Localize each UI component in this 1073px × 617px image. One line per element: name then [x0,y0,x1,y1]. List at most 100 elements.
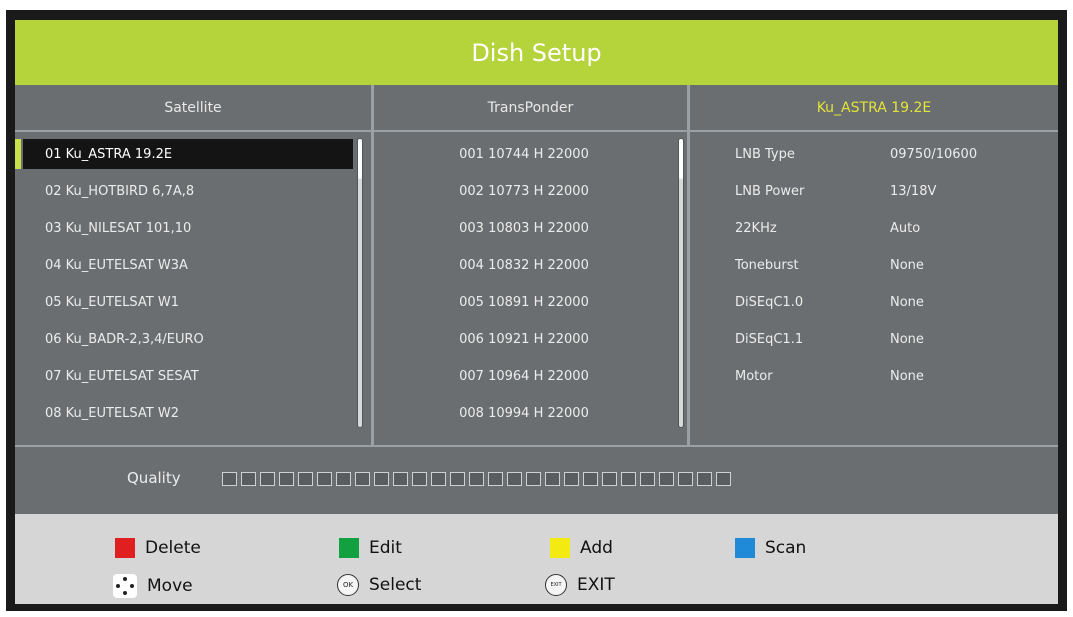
satellite-item[interactable]: 08 Ku_EUTELSAT W2 [23,398,353,428]
transponder-item[interactable]: 007 10964 H 22000 [374,361,674,391]
ok-key-icon: OK [337,574,359,596]
satellite-item[interactable]: 01 Ku_ASTRA 19.2E [23,139,353,169]
quality-cell [488,472,503,486]
add-button[interactable]: Add [550,538,613,558]
edit-button[interactable]: Edit [339,538,402,558]
setting-label: LNB Power [735,183,805,199]
transponder-column-header: TransPonder [487,99,574,116]
quality-cell [241,472,256,486]
quality-cell [393,472,408,486]
blue-key-icon [735,538,755,558]
setting-label: 22KHz [735,220,777,236]
quality-cell [545,472,560,486]
setting-diseqc11[interactable]: DiSEqC1.1 None [690,324,1058,354]
setting-value: 09750/10600 [890,146,978,162]
transponder-scrollbar[interactable] [678,138,684,428]
title-bar: Dish Setup [15,20,1058,85]
transponder-item[interactable]: 008 10994 H 22000 [374,398,674,428]
quality-meter [222,472,731,486]
quality-cell [317,472,332,486]
setting-lnb-power[interactable]: LNB Power 13/18V [690,176,1058,206]
quality-cell [583,472,598,486]
transponder-item[interactable]: 002 10773 H 22000 [374,176,674,206]
quality-cell [374,472,389,486]
delete-label: Delete [145,538,201,558]
setting-value: 13/18V [890,183,937,199]
directional-pad-icon [113,574,137,598]
transponder-item[interactable]: 003 10803 H 22000 [374,213,674,243]
exit-key-icon: EXIT [545,574,567,596]
transponder-item[interactable]: 005 10891 H 22000 [374,287,674,317]
quality-cell [507,472,522,486]
setting-motor[interactable]: Motor None [690,361,1058,391]
scan-label: Scan [765,538,807,558]
quality-cell [659,472,674,486]
setting-value: Auto [890,220,921,236]
quality-cell [469,472,484,486]
satellite-item[interactable]: 05 Ku_EUTELSAT W1 [23,287,353,317]
quality-cell [450,472,465,486]
quality-cell [412,472,427,486]
green-key-icon [339,538,359,558]
quality-label: Quality [127,469,181,487]
exit-label: EXIT [577,575,615,595]
dish-setup-screen: Dish Setup Satellite TransPonder Ku_ASTR… [15,20,1058,604]
quality-cell [697,472,712,486]
setting-22khz[interactable]: 22KHz Auto [690,213,1058,243]
delete-button[interactable]: Delete [115,538,201,558]
quality-cell [355,472,370,486]
setting-label: LNB Type [735,146,795,162]
quality-cell [260,472,275,486]
transponder-item[interactable]: 004 10832 H 22000 [374,250,674,280]
scrollbar-thumb[interactable] [358,139,362,179]
quality-cell [298,472,313,486]
exit-button[interactable]: EXIT EXIT [545,574,615,596]
satellite-item[interactable]: 06 Ku_BADR-2,3,4/EURO [23,324,353,354]
screen-frame: Dish Setup Satellite TransPonder Ku_ASTR… [6,10,1067,611]
column-header: Satellite TransPonder Ku_ASTRA 19.2E [15,85,1058,132]
quality-cell [336,472,351,486]
move-button[interactable]: Move [113,574,193,598]
satellite-item[interactable]: 02 Ku_HOTBIRD 6,7A,8 [23,176,353,206]
setting-value: None [890,257,924,273]
setting-lnb-type[interactable]: LNB Type 09750/10600 [690,139,1058,169]
lnb-settings-panel: LNB Type 09750/10600 LNB Power 13/18V 22… [690,132,1058,442]
edit-label: Edit [369,538,402,558]
setting-value: None [890,294,924,310]
setting-diseqc10[interactable]: DiSEqC1.0 None [690,287,1058,317]
scrollbar-thumb[interactable] [679,139,683,179]
setting-value: None [890,368,924,384]
quality-cell [222,472,237,486]
quality-cell [716,472,731,486]
quality-cell [602,472,617,486]
setting-label: Motor [735,368,773,384]
satellite-list: 01 Ku_ASTRA 19.2E 02 Ku_HOTBIRD 6,7A,8 0… [15,132,371,442]
key-legend: Delete Edit Add Scan Move OK Select EXIT… [15,514,1058,604]
quality-cell [678,472,693,486]
quality-bar: Quality [15,445,1058,514]
satellite-scrollbar[interactable] [357,138,363,428]
setting-toneburst[interactable]: Toneburst None [690,250,1058,280]
add-label: Add [580,538,613,558]
satellite-item[interactable]: 07 Ku_EUTELSAT SESAT [23,361,353,391]
transponder-item[interactable]: 006 10921 H 22000 [374,324,674,354]
satellite-column-header: Satellite [164,99,222,116]
selected-satellite-header: Ku_ASTRA 19.2E [816,99,932,116]
select-button[interactable]: OK Select [337,574,421,596]
move-label: Move [147,576,193,596]
transponder-list: 001 10744 H 22000 002 10773 H 22000 003 … [374,132,687,442]
yellow-key-icon [550,538,570,558]
setting-label: DiSEqC1.0 [735,294,804,310]
quality-cell [431,472,446,486]
transponder-item[interactable]: 001 10744 H 22000 [374,139,674,169]
select-label: Select [369,575,422,595]
satellite-item[interactable]: 03 Ku_NILESAT 101,10 [23,213,353,243]
satellite-item[interactable]: 04 Ku_EUTELSAT W3A [23,250,353,280]
quality-cell [621,472,636,486]
page-title: Dish Setup [471,38,602,67]
quality-cell [640,472,655,486]
quality-cell [526,472,541,486]
quality-cell [564,472,579,486]
setting-label: DiSEqC1.1 [735,331,804,347]
scan-button[interactable]: Scan [735,538,806,558]
